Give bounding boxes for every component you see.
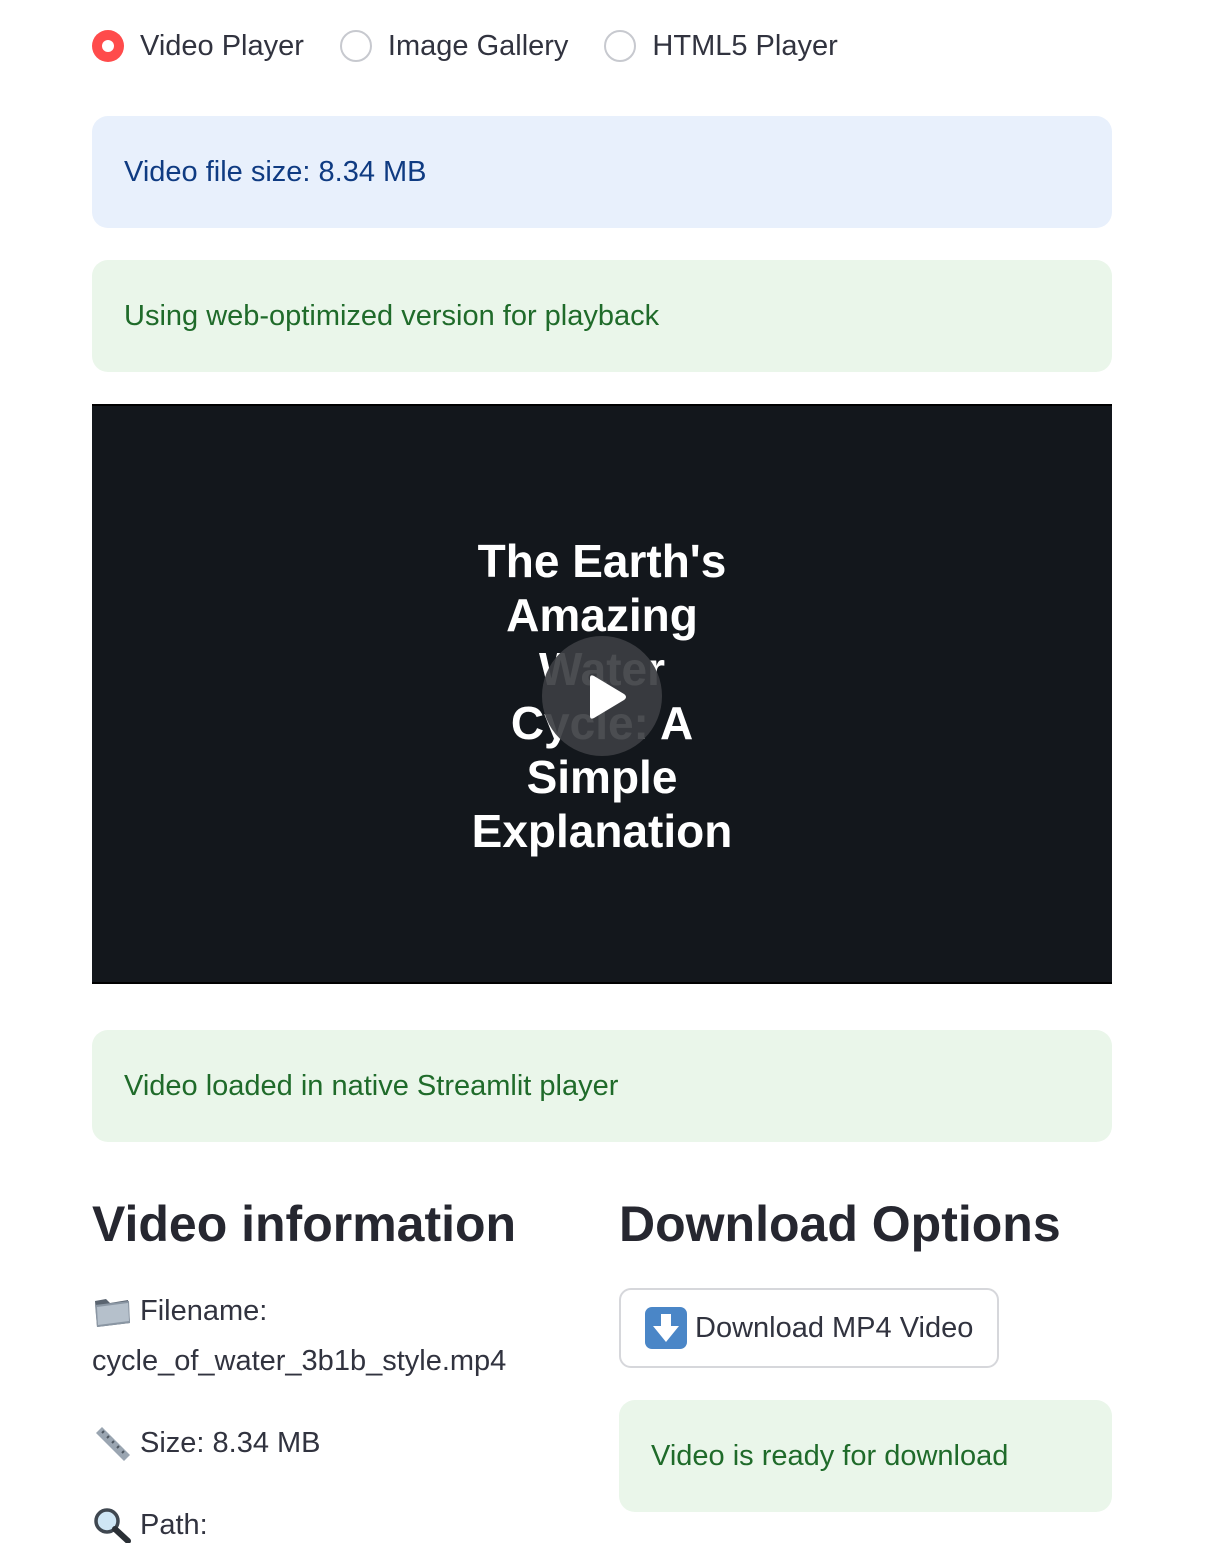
radio-selected-indicator[interactable] [92,30,124,62]
folder-icon [92,1293,132,1329]
web-optimized-text: Using web-optimized version for playback [124,299,660,332]
radio-video-player[interactable]: Video Player [92,30,304,63]
player-mode-radio-group: Video Player Image Gallery HTML5 Player [92,22,874,70]
size-label: Size: 8.34 MB [140,1427,321,1459]
filename-block: Filename: cycle_of_water_3b1b_style.mp4 [92,1286,572,1386]
video-loaded-success-alert: Video loaded in native Streamlit player [92,1030,1112,1142]
download-ready-text: Video is ready for download [651,1439,1009,1472]
video-information-section: Video information Filename: cycle_of_wat… [92,1190,572,1550]
download-mp4-button[interactable]: Download MP4 Video [619,1288,1000,1368]
video-title-line: The Earth's [477,535,727,587]
radio-label-image-gallery: Image Gallery [387,29,569,62]
file-size-info-alert: Video file size: 8.34 MB [92,116,1112,228]
download-options-heading: Download Options [619,1196,1061,1252]
ruler-icon [92,1425,132,1461]
file-size-text: Video file size: 8.34 MB [124,155,427,188]
magnifier-icon [92,1507,132,1544]
path-line: Path: [92,1500,572,1550]
path-label: Path: [140,1509,208,1541]
radio-label-video-player: Video Player [140,29,304,62]
video-title-line: Explanation [471,805,733,857]
filename-value: cycle_of_water_3b1b_style.mp4 [92,1345,507,1377]
video-title-line: Amazing [506,589,698,641]
filename-line: Filename: [92,1286,572,1336]
radio-label-html5-player: HTML5 Player [652,29,838,62]
video-loaded-text: Video loaded in native Streamlit player [124,1069,619,1102]
size-line: Size: 8.34 MB [92,1418,572,1468]
down-arrow-icon [645,1307,687,1349]
radio-unselected-indicator[interactable] [339,30,372,62]
video-title-line: Simple [526,751,678,803]
download-options-section: Download Options Download MP4 Video Vide… [619,1190,1112,1512]
download-button-label: Download MP4 Video [695,1311,974,1344]
radio-unselected-indicator[interactable] [604,30,637,62]
radio-image-gallery[interactable]: Image Gallery [339,29,569,63]
video-player[interactable]: The Earth's Amazing Water Cycle: A Simpl… [92,404,1112,984]
play-icon [590,675,626,719]
video-information-heading: Video information [92,1196,517,1252]
web-optimized-success-alert: Using web-optimized version for playback [92,260,1112,372]
radio-html5-player[interactable]: HTML5 Player [604,29,838,63]
download-ready-success-alert: Video is ready for download [619,1400,1112,1512]
filename-label: Filename: [140,1295,268,1327]
play-button[interactable] [542,636,662,756]
